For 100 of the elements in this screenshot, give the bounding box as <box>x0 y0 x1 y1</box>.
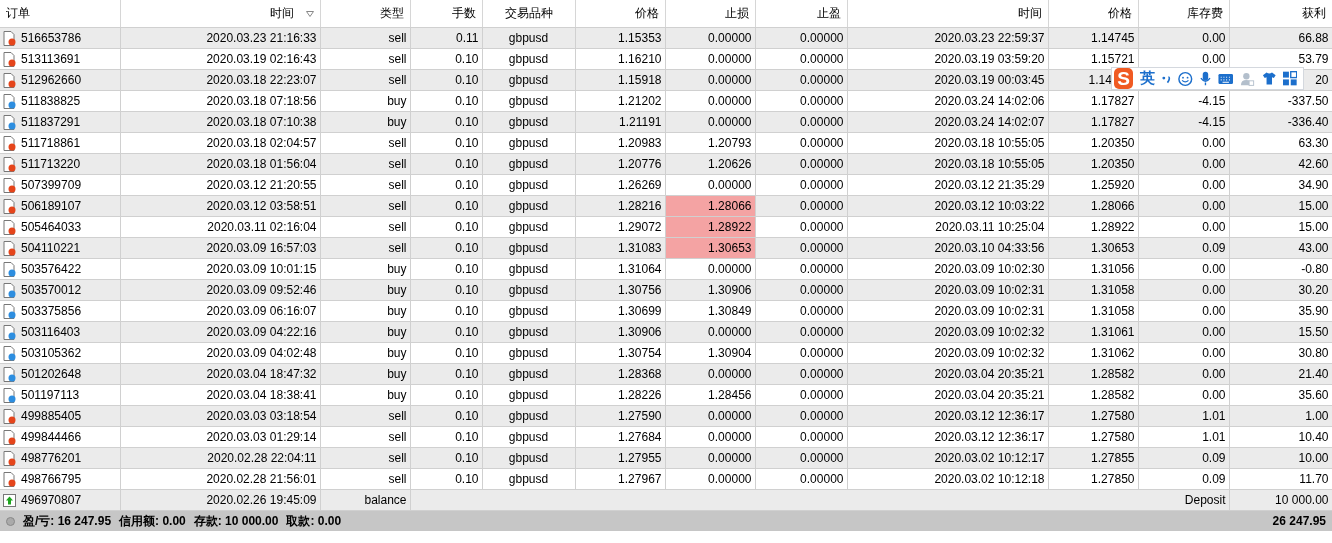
table-cell: 507399709 <box>0 174 120 196</box>
order-document-icon <box>3 93 16 109</box>
table-cell: 503570012 <box>0 279 120 301</box>
column-header[interactable]: 止盈 <box>755 0 847 28</box>
table-cell: 2020.03.09 04:22:16 <box>120 321 320 343</box>
input-mode-toggle[interactable]: 英 <box>1140 69 1156 88</box>
column-header[interactable]: 订单 <box>0 0 120 28</box>
table-cell: 0.00000 <box>755 426 847 448</box>
table-cell: 0.10 <box>410 426 482 448</box>
microphone-icon[interactable] <box>1199 70 1211 87</box>
column-header[interactable]: 类型 <box>320 0 410 28</box>
column-header[interactable]: 手数 <box>410 0 482 28</box>
table-cell: 513113691 <box>0 48 120 70</box>
column-header[interactable]: 库存费 <box>1138 0 1229 28</box>
grid-icon[interactable] <box>1283 71 1297 86</box>
table-cell: 0.10 <box>410 132 482 154</box>
table-cell: 499844466 <box>0 426 120 448</box>
table-cell: 0.00000 <box>665 468 755 490</box>
table-cell: 1.30754 <box>575 342 665 364</box>
table-cell: 1.28922 <box>1048 216 1138 238</box>
table-cell: 499885405 <box>0 405 120 427</box>
table-cell: 2020.03.04 18:47:32 <box>120 363 320 385</box>
column-header[interactable]: 时间 <box>120 0 320 28</box>
column-header[interactable]: 止损 <box>665 0 755 28</box>
table-cell: buy <box>320 90 410 112</box>
order-document-icon <box>3 219 16 235</box>
sort-icon <box>305 10 314 17</box>
order-document-icon <box>3 198 16 214</box>
table-cell: 0.10 <box>410 468 482 490</box>
table-cell: 2020.03.12 03:58:51 <box>120 195 320 217</box>
table-cell: 1.28582 <box>1048 384 1138 406</box>
table-cell: 1.31064 <box>575 258 665 280</box>
table-cell: 1.20350 <box>1048 132 1138 154</box>
column-header[interactable]: 获利 <box>1229 0 1332 28</box>
table-cell: 2020.03.03 01:29:14 <box>120 426 320 448</box>
order-document-icon <box>3 387 16 403</box>
table-cell: 30.80 <box>1229 342 1332 364</box>
table-cell: 2020.03.12 21:35:29 <box>847 174 1048 196</box>
table-cell: 1.20793 <box>665 132 755 154</box>
order-document-icon <box>3 114 16 130</box>
table-cell: 0.00000 <box>755 216 847 238</box>
table-cell: sell <box>320 426 410 448</box>
table-cell: 2020.03.12 12:36:17 <box>847 426 1048 448</box>
table-cell: 1.28456 <box>665 384 755 406</box>
table-cell: 2020.03.09 10:01:15 <box>120 258 320 280</box>
status-dot-icon <box>6 516 15 526</box>
table-cell: 1.27580 <box>1048 426 1138 448</box>
table-cell: 503375856 <box>0 300 120 322</box>
column-header[interactable]: 价格 <box>575 0 665 28</box>
column-header[interactable]: 时间 <box>847 0 1048 28</box>
table-cell: 2020.03.09 06:16:07 <box>120 300 320 322</box>
table-cell: 2020.03.04 20:35:21 <box>847 384 1048 406</box>
table-cell: 1.21202 <box>575 90 665 112</box>
keyboard-icon[interactable] <box>1217 72 1234 85</box>
table-cell: 0.00000 <box>665 174 755 196</box>
shirt-icon[interactable] <box>1261 71 1277 86</box>
table-cell: 2020.03.19 03:59:20 <box>847 48 1048 70</box>
table-cell: 1.28226 <box>575 384 665 406</box>
table-cell: -0.80 <box>1229 258 1332 280</box>
table-cell: gbpusd <box>482 300 575 322</box>
table-cell: 506189107 <box>0 195 120 217</box>
table-cell: 0.00 <box>1138 342 1229 364</box>
table-cell: 2020.03.09 10:02:32 <box>847 342 1048 364</box>
table-cell: 498766795 <box>0 468 120 490</box>
table-cell: 0.10 <box>410 174 482 196</box>
table-cell: 2020.03.09 10:02:31 <box>847 300 1048 322</box>
table-cell: 503576422 <box>0 258 120 280</box>
table-cell: 2020.03.11 10:25:04 <box>847 216 1048 238</box>
order-document-icon <box>3 345 16 361</box>
order-document-icon <box>3 324 16 340</box>
table-cell: sell <box>320 132 410 154</box>
total-text: 26 247.95 <box>1272 514 1326 528</box>
table-cell: 511718861 <box>0 132 120 154</box>
order-document-icon <box>3 72 16 88</box>
table-cell: 0.10 <box>410 216 482 238</box>
table-cell: 0.00 <box>1138 216 1229 238</box>
table-cell: 35.90 <box>1229 300 1332 322</box>
table-cell: sell <box>320 468 410 490</box>
table-cell: Deposit <box>410 489 1229 511</box>
table-cell: 0.00 <box>1138 132 1229 154</box>
table-cell: 0.00000 <box>755 132 847 154</box>
column-header[interactable]: 价格 <box>1048 0 1138 28</box>
table-cell: 35.60 <box>1229 384 1332 406</box>
order-document-icon <box>3 450 16 466</box>
table-cell: 63.30 <box>1229 132 1332 154</box>
smiley-icon[interactable] <box>1178 70 1193 87</box>
table-cell: 511713220 <box>0 153 120 175</box>
table-cell: gbpusd <box>482 174 575 196</box>
table-cell: 2020.03.09 16:57:03 <box>120 237 320 259</box>
table-cell: gbpusd <box>482 216 575 238</box>
table-cell: 2020.03.18 07:10:38 <box>120 111 320 133</box>
order-document-icon <box>3 240 16 256</box>
table-cell: 0.00 <box>1138 300 1229 322</box>
order-document-icon <box>3 156 16 172</box>
table-cell: buy <box>320 300 410 322</box>
table-cell: 0.10 <box>410 342 482 364</box>
table-cell: 2020.02.26 19:45:09 <box>120 489 320 511</box>
table-cell: 1.29072 <box>575 216 665 238</box>
column-header[interactable]: 交易品种 <box>482 0 575 28</box>
table-cell: 2020.03.09 04:02:48 <box>120 342 320 364</box>
